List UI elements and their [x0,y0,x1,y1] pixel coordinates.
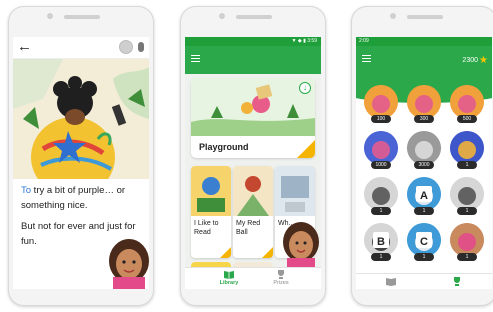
phone-reader: ← To try a bit of purple… or something n… [8,6,154,306]
reader-screen: ← To try a bit of purple… or something n… [13,37,149,289]
level-badge-icon [262,247,273,258]
prize-cost: 1 [371,207,391,215]
story-line-text: try a bit of purple… or something nice. [21,185,126,211]
prize-item[interactable]: 1 [450,177,484,215]
prize-item[interactable]: 1000 [364,131,398,169]
book-title: I Like to Read [194,220,219,236]
status-bar: ▼ ◆ ▮ 3:59 [185,37,321,46]
prize-item[interactable]: 500 [450,85,484,123]
trophy-icon[interactable] [452,277,462,286]
tab-label: Prizes [273,280,289,286]
reader-toolbar: ← [13,37,149,59]
phone-prizes: 2:09 2300 ★ 100 300 500 1000 3000 1 1 A 1 1 B 1 C 1 1 [351,6,493,306]
prize-sticker-icon [450,85,484,119]
prize-sticker-icon [450,177,484,211]
phone-speaker [236,15,272,19]
prize-sticker-icon [364,131,398,165]
prize-sticker-icon [364,85,398,119]
prize-cost: 1 [457,207,477,215]
phone-camera [219,13,225,19]
read-aloud-highlight: To [21,185,32,196]
points-count: 2300 [462,57,478,64]
status-bar: 2:09 [356,37,492,46]
star-icon: ★ [479,55,488,66]
menu-icon[interactable] [362,55,371,62]
phone-library: ▼ ◆ ▮ 3:59 ↓ Playground I Like to Read M… [180,6,326,306]
level-badge-icon [297,140,315,158]
prize-cost: 1 [414,253,434,261]
story-line: To try a bit of purple… or something nic… [21,183,145,213]
book-card[interactable]: My Red Ball [233,166,273,258]
library-content: ↓ Playground I Like to Read My Red Ball … [185,74,321,282]
svg-text:C: C [420,236,428,248]
download-icon[interactable]: ↓ [299,82,311,94]
prize-cost: 100 [371,115,391,123]
bottom-navigation [356,273,492,289]
svg-text:B: B [377,236,385,248]
book-card[interactable]: I Like to Read [191,166,231,258]
book-cover [275,166,315,216]
app-bar: 2300 ★ [356,46,492,82]
tab-label: Library [219,280,239,286]
featured-book-title: Playground [199,142,249,152]
featured-book-card[interactable]: ↓ Playground [191,78,315,158]
prize-item[interactable]: 3000 [407,131,441,169]
prize-cost: 300 [414,115,434,123]
prize-cost: 3000 [414,161,434,169]
svg-text:A: A [420,190,428,202]
prize-item[interactable]: C1 [407,223,441,261]
book-title: My Red Ball [236,220,261,236]
prize-item[interactable]: A1 [407,177,441,215]
book-cover [191,166,231,216]
prize-item[interactable]: 1 [364,177,398,215]
status-time: 2:09 [359,38,369,44]
phone-camera [47,13,53,19]
prize-cost: 1000 [371,161,391,169]
prize-item[interactable]: 1 [450,223,484,261]
prizes-screen: 2:09 2300 ★ 100 300 500 1000 3000 1 1 A 1 1 B 1 C 1 1 [356,37,492,289]
prize-item[interactable]: B1 [364,223,398,261]
prize-cost: 1 [371,253,391,261]
book-cover [233,166,273,216]
prize-sticker-icon [450,131,484,165]
prize-sticker-icon [407,131,441,165]
prize-sticker-icon: C [407,223,441,257]
book-icon [224,271,234,279]
avatar[interactable] [119,40,133,54]
phone-camera [390,13,396,19]
prize-sticker-icon [450,223,484,257]
app-bar [185,46,321,74]
menu-icon[interactable] [191,55,200,62]
phone-speaker [64,15,100,19]
story-illustration [13,59,149,179]
library-screen: ▼ ◆ ▮ 3:59 ↓ Playground I Like to Read M… [185,37,321,289]
mascot-girl-icon [283,222,319,268]
prize-sticker-icon [364,177,398,211]
book-icon[interactable] [386,277,396,286]
prize-cost: 1 [457,161,477,169]
microphone-icon[interactable] [138,42,144,52]
prize-item[interactable]: 100 [364,85,398,123]
tab-prizes[interactable]: Prizes [261,270,301,289]
prize-cost: 1 [457,253,477,261]
prize-cost: 1 [414,207,434,215]
prize-sticker-icon: A [407,177,441,211]
prize-sticker-icon [407,85,441,119]
mascot-girl-icon [109,239,149,289]
tab-library[interactable]: Library [209,270,249,289]
prize-item[interactable]: 1 [450,131,484,169]
prize-sticker-icon: B [364,223,398,257]
level-badge-icon [220,247,231,258]
bottom-navigation: Library Prizes [185,267,321,289]
phone-speaker [407,15,443,19]
back-arrow-icon[interactable]: ← [17,38,32,56]
prize-grid: 100 300 500 1000 3000 1 1 A 1 1 B 1 C 1 1 [356,83,492,273]
prize-item[interactable]: 300 [407,85,441,123]
prize-cost: 500 [457,115,477,123]
featured-book-art [191,78,315,136]
trophy-icon [278,270,284,279]
